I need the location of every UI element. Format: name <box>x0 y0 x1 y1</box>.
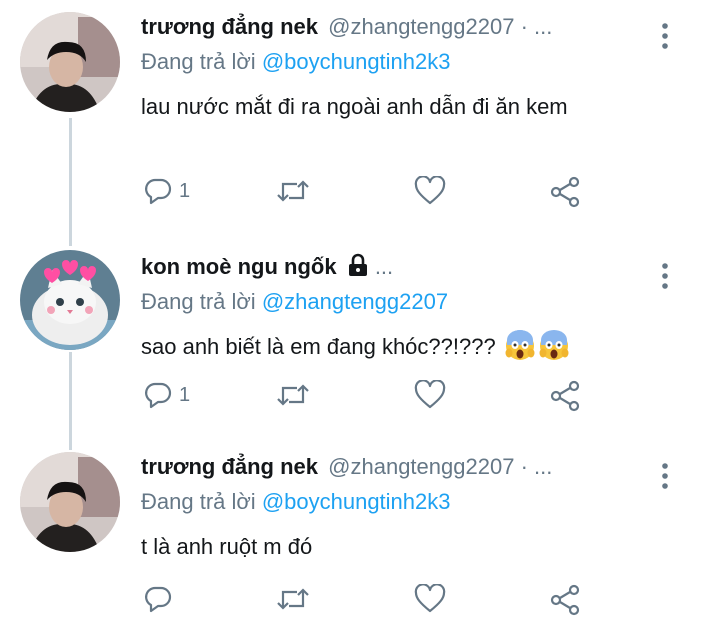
replying-to: Đang trả lời @boychungtinh2k3 <box>141 46 451 78</box>
tweet[interactable]: trương đẳng nek @zhangtengg2207 · ... Đa… <box>0 450 718 632</box>
tweet-meta: · ... <box>520 14 553 39</box>
tweet-text: sao anh biết là em đang khóc??!??? <box>141 334 502 359</box>
avatar[interactable] <box>20 452 120 552</box>
share-icon <box>550 176 580 208</box>
reply-count: 1 <box>179 179 191 202</box>
like-button[interactable] <box>414 176 446 206</box>
tweet-header: trương đẳng nek @zhangtengg2207 · ... <box>141 450 661 484</box>
like-button[interactable] <box>414 380 446 410</box>
tweet-text: lau nước mắt đi ra ngoài anh dẫn đi ăn k… <box>141 94 568 119</box>
more-options-icon[interactable] <box>658 262 672 290</box>
tweet[interactable]: kon moè ngu ngốk ... Đang trả lời @zhang… <box>0 250 718 440</box>
replying-to: Đang trả lời @boychungtinh2k3 <box>141 486 451 518</box>
screaming-face-emoji <box>505 330 535 360</box>
retweet-button[interactable] <box>275 584 311 614</box>
display-name[interactable]: kon moè ngu ngốk <box>141 254 337 279</box>
share-button[interactable] <box>550 584 582 616</box>
screaming-face-emoji <box>539 330 569 360</box>
tweet-meta: · ... <box>520 454 553 479</box>
heart-icon <box>414 176 446 205</box>
share-button[interactable] <box>550 380 582 412</box>
heart-icon <box>414 584 446 613</box>
tweet-header: kon moè ngu ngốk ... <box>141 250 661 284</box>
display-name[interactable]: trương đẳng nek <box>141 454 318 479</box>
mention-link[interactable]: @zhangtengg2207 <box>262 289 448 314</box>
mention-link[interactable]: @boychungtinh2k3 <box>262 49 451 74</box>
replying-to-label: Đang trả lời <box>141 489 262 514</box>
reply-button[interactable]: 1 <box>143 380 190 410</box>
share-button[interactable] <box>550 176 582 208</box>
share-icon <box>550 380 580 412</box>
reply-icon <box>145 178 172 205</box>
mention-link[interactable]: @boychungtinh2k3 <box>262 489 451 514</box>
display-name[interactable]: trương đẳng nek <box>141 14 318 39</box>
tweet-text: t là anh ruột m đó <box>141 534 313 559</box>
avatar[interactable] <box>20 250 120 350</box>
retweet-icon <box>277 180 309 202</box>
user-handle[interactable]: @zhangtengg2207 <box>328 14 514 39</box>
reply-button[interactable]: 1 <box>143 176 190 206</box>
retweet-icon <box>277 384 309 406</box>
tweet-meta: ... <box>374 254 394 279</box>
retweet-button[interactable] <box>275 176 311 206</box>
tweet-header: trương đẳng nek @zhangtengg2207 · ... <box>141 10 661 44</box>
tweet-actions <box>0 584 718 624</box>
tweet-actions: 1 <box>0 380 718 420</box>
tweet-text-block: sao anh biết là em đang khóc??!??? <box>141 330 681 364</box>
share-icon <box>550 584 580 616</box>
retweet-icon <box>277 588 309 610</box>
reply-icon <box>145 382 172 409</box>
user-handle[interactable]: @zhangtengg2207 <box>328 454 514 479</box>
tweet[interactable]: trương đẳng nek @zhangtengg2207 · ... Đa… <box>0 10 718 225</box>
replying-to-label: Đang trả lời <box>141 49 262 74</box>
reply-icon <box>145 586 172 613</box>
retweet-button[interactable] <box>275 380 311 410</box>
like-button[interactable] <box>414 584 446 614</box>
reply-button[interactable] <box>143 584 179 614</box>
more-options-icon[interactable] <box>658 22 672 50</box>
replying-to: Đang trả lời @zhangtengg2207 <box>141 286 448 318</box>
heart-icon <box>414 380 446 409</box>
avatar[interactable] <box>20 12 120 112</box>
tweet-actions: 1 <box>0 176 718 216</box>
reply-count: 1 <box>179 383 191 406</box>
lock-icon <box>348 253 367 276</box>
replying-to-label: Đang trả lời <box>141 289 262 314</box>
more-options-icon[interactable] <box>658 462 672 490</box>
